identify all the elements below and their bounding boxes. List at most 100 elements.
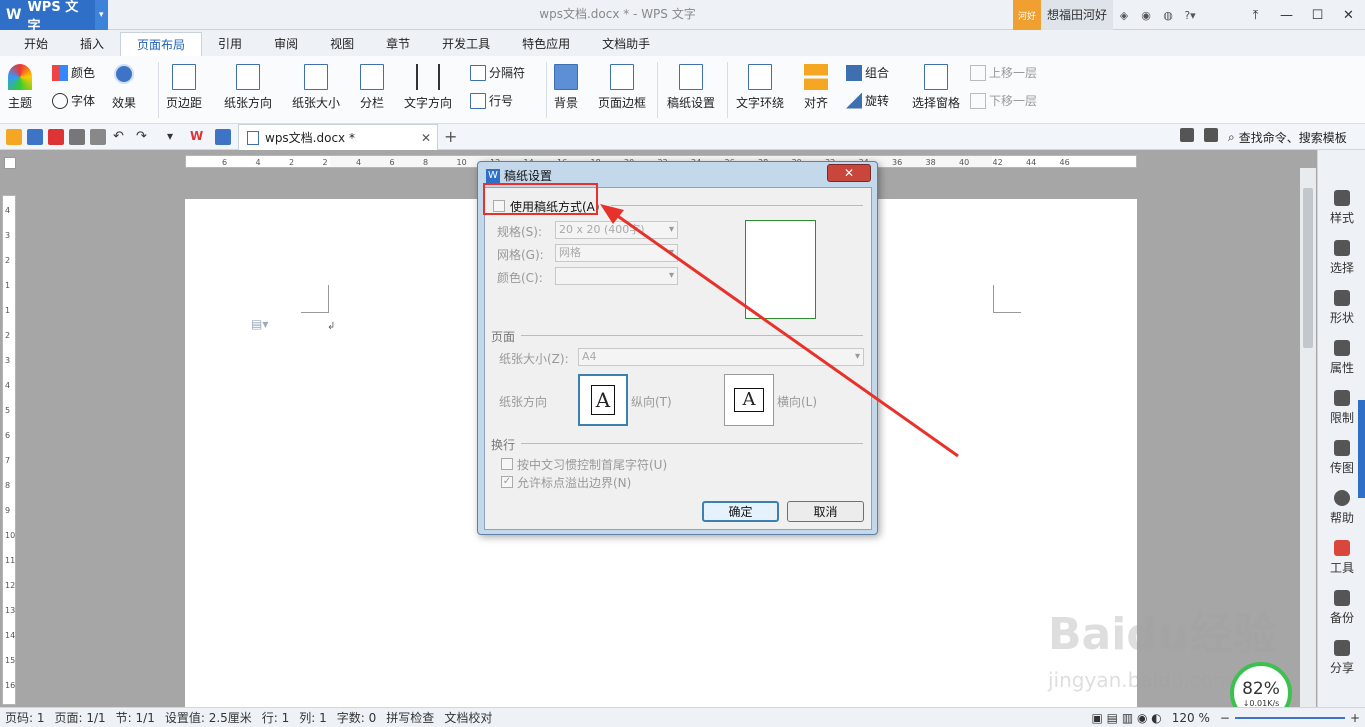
print-icon[interactable] [69, 129, 85, 145]
group-button[interactable]: 组合 [846, 64, 889, 81]
vertical-ruler[interactable]: 4 3 2 1 1 2 3 4 5 6 7 8 9 10 11 12 13 14 15 16 [2, 195, 16, 705]
share-icon[interactable]: ◍ [1157, 4, 1179, 26]
tab-references[interactable]: 引用 [202, 32, 258, 56]
paste-options-icon[interactable]: ▤▾ [251, 317, 268, 331]
status-proofread[interactable]: 文档校对 [439, 709, 497, 726]
option1-label[interactable]: 按中文习惯控制首尾字符(U) [517, 456, 667, 473]
align-button[interactable]: 对齐 [804, 64, 828, 111]
landscape-label[interactable]: 横向(L) [777, 393, 817, 410]
skin-icon[interactable]: ◈ [1113, 4, 1135, 26]
sidebar-item-backup[interactable]: 备份 [1318, 590, 1365, 626]
rotate-button[interactable]: 旋转 [846, 92, 889, 109]
line-number-button[interactable]: 行号 [470, 92, 513, 109]
command-search[interactable]: ⌕ 查找命令、搜索模板 [1228, 124, 1347, 150]
cloud-icon[interactable] [215, 129, 231, 145]
sidebar-item-shape[interactable]: 形状 [1318, 290, 1365, 326]
color-button[interactable]: 颜色 [52, 64, 95, 81]
columns-icon [360, 64, 384, 90]
divider [546, 62, 547, 118]
wps-home-icon[interactable]: W [190, 129, 206, 145]
status-spell-check[interactable]: 拼写检查 [381, 709, 439, 726]
spec-select[interactable]: 20 x 20 (400字) [555, 221, 678, 239]
sidebar-item-share[interactable]: 分享 [1318, 640, 1365, 676]
portrait-button[interactable]: A [578, 374, 628, 426]
ok-button[interactable]: 确定 [702, 501, 779, 522]
tab-developer[interactable]: 开发工具 [426, 32, 506, 56]
tab-stop-icon[interactable] [4, 157, 16, 169]
separator-button[interactable]: 分隔符 [470, 64, 525, 81]
tab-special[interactable]: 特色应用 [506, 32, 586, 56]
status-word-count[interactable]: 字数: 0 [332, 709, 382, 726]
undo-icon[interactable]: ↶ [113, 129, 129, 145]
comment-icon[interactable] [1204, 128, 1218, 142]
tab-view[interactable]: 视图 [314, 32, 370, 56]
document-tab[interactable]: wps文档.docx * ✕ [238, 124, 438, 150]
feedback-icon[interactable]: ◉ [1135, 4, 1157, 26]
maximize-icon[interactable]: ☐ [1302, 0, 1333, 30]
page-border-button[interactable]: 页面边框 [598, 64, 646, 111]
font-button[interactable]: 字体 [52, 92, 95, 109]
landscape-button[interactable]: A [724, 374, 774, 426]
tab-start[interactable]: 开始 [8, 32, 64, 56]
tab-doc-assistant[interactable]: 文档助手 [586, 32, 666, 56]
option1-checkbox[interactable] [501, 458, 513, 470]
video-icon[interactable] [1180, 128, 1194, 142]
preview-icon[interactable] [90, 129, 106, 145]
sidebar-collapse-handle[interactable] [1358, 400, 1365, 498]
orientation-label: 纸张方向 [224, 96, 273, 110]
text-direction-button[interactable]: 文字方向 [404, 64, 452, 111]
paper-size-button[interactable]: 纸张大小 [292, 64, 340, 111]
bring-forward-button[interactable]: 上移一层 [970, 64, 1037, 81]
chevron-down-icon[interactable]: ▾ [167, 129, 183, 145]
theme-button[interactable]: 主题 [8, 64, 32, 111]
portrait-label[interactable]: 纵向(T) [631, 393, 672, 410]
divider [158, 62, 159, 118]
tab-page-layout[interactable]: 页面布局 [120, 32, 203, 56]
view-icons[interactable]: ▣ ▤ ▥ ◉ ◐ [1087, 711, 1167, 725]
command-search-label: 查找命令、搜索模板 [1238, 130, 1347, 145]
pdf-icon[interactable] [48, 129, 64, 145]
background-button[interactable]: 背景 [554, 64, 578, 111]
vertical-scrollbar[interactable] [1300, 168, 1316, 707]
grid-select[interactable]: 网格 [555, 244, 678, 262]
redo-icon[interactable]: ↷ [136, 129, 152, 145]
user-area[interactable]: 河好 想福田河好 ◈ ◉ ◍ ?▾ [1013, 0, 1201, 30]
restore-icon[interactable]: ⤒ [1240, 0, 1271, 30]
scrollbar-thumb[interactable] [1303, 188, 1313, 348]
send-backward-button[interactable]: 下移一层 [970, 92, 1037, 109]
ruler-tick-label: 3 [5, 231, 11, 240]
tab-review[interactable]: 审阅 [258, 32, 314, 56]
close-tab-icon[interactable]: ✕ [421, 131, 431, 145]
manuscript-button[interactable]: 稿纸设置 [667, 64, 715, 111]
save-icon[interactable] [27, 129, 43, 145]
paper-size-select[interactable]: A4 [578, 348, 864, 366]
columns-button[interactable]: 分栏 [360, 64, 384, 111]
effect-button[interactable]: 效果 [112, 64, 136, 111]
dialog-close-button[interactable]: ✕ [827, 164, 871, 182]
zoom-out-icon[interactable]: − [1215, 711, 1235, 725]
close-icon[interactable]: ✕ [1333, 0, 1364, 30]
help-icon[interactable]: ?▾ [1179, 4, 1201, 26]
zoom-slider[interactable] [1234, 716, 1345, 719]
orientation-button[interactable]: 纸张方向 [224, 64, 272, 111]
cancel-button[interactable]: 取消 [787, 501, 864, 522]
sidebar-item-properties[interactable]: 属性 [1318, 340, 1365, 376]
selection-pane-button[interactable]: 选择窗格 [912, 64, 960, 111]
minimize-icon[interactable]: — [1271, 0, 1302, 30]
new-tab-icon[interactable]: + [444, 127, 457, 146]
margins-button[interactable]: 页边距 [166, 64, 202, 111]
tab-insert[interactable]: 插入 [64, 32, 120, 56]
color-select[interactable] [555, 267, 678, 285]
option2-checkbox[interactable]: ✓ [501, 476, 513, 488]
user-name[interactable]: 想福田河好 [1041, 0, 1114, 30]
text-wrap-button[interactable]: 文字环绕 [736, 64, 784, 111]
zoom-in-icon[interactable]: + [1345, 711, 1365, 725]
option2-label[interactable]: 允许标点溢出边界(N) [517, 474, 631, 491]
sidebar-item-style[interactable]: 样式 [1318, 190, 1365, 226]
ruler-tick-label: 12 [5, 581, 16, 590]
sidebar-item-tools[interactable]: 工具 [1318, 540, 1365, 576]
status-zoom[interactable]: 120 % [1167, 711, 1215, 725]
open-icon[interactable] [6, 129, 22, 145]
sidebar-item-select[interactable]: 选择 [1318, 240, 1365, 276]
tab-chapter[interactable]: 章节 [370, 32, 426, 56]
